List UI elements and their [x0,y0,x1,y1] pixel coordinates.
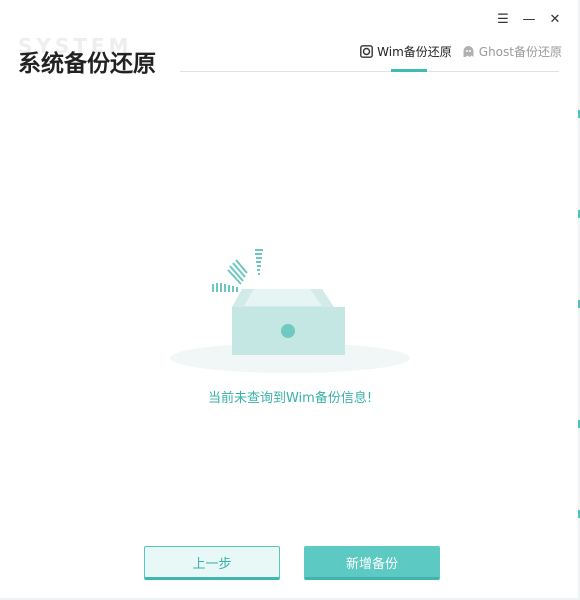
previous-step-button[interactable]: 上一步 [144,546,280,580]
page-title: 系统备份还原 [18,51,156,77]
empty-drawer-icon [170,240,410,390]
wim-disk-icon [360,44,374,58]
empty-state-message: 当前未查询到Wim备份信息! [207,391,373,406]
window-controls: ☰ — ✕ [496,8,562,30]
tab-label: Ghost备份还原 [478,44,562,59]
tab-ghost-backup[interactable]: Ghost备份还原 [462,42,562,60]
tab-divider [180,71,559,72]
tab-bar: Wim备份还原 Ghost备份还原 [360,42,562,72]
tab-wim-backup[interactable]: Wim备份还原 [360,42,452,72]
menu-button[interactable]: ☰ [496,8,510,30]
minimize-button[interactable]: — [522,8,536,30]
ghost-icon [462,45,475,58]
active-tab-indicator [391,69,428,72]
close-button[interactable]: ✕ [548,8,562,30]
new-backup-button[interactable]: 新增备份 [304,546,440,580]
tab-label: Wim备份还原 [377,44,452,59]
